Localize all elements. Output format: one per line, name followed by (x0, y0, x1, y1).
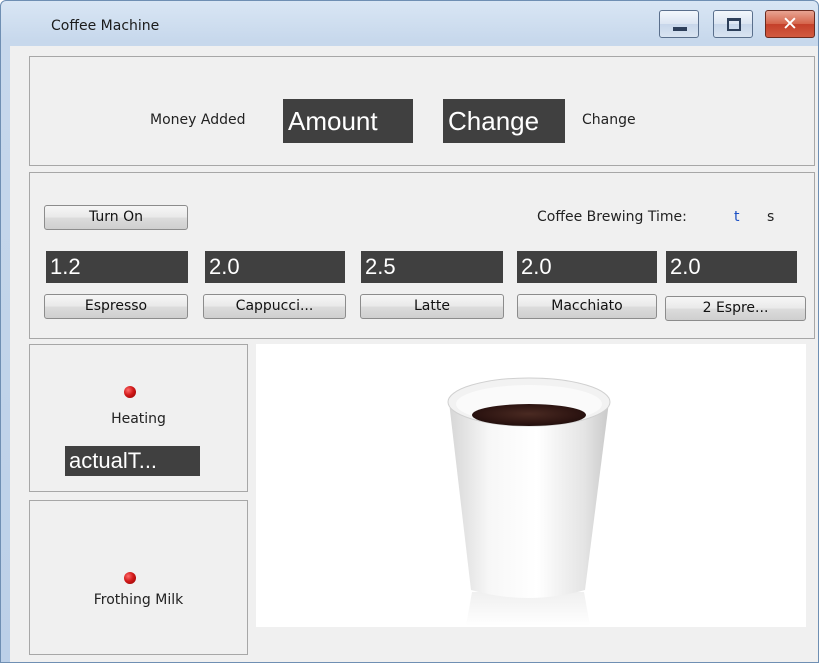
money-added-label: Money Added (150, 112, 246, 128)
espresso-button[interactable]: Espresso (44, 294, 188, 319)
brewing-time-label: Coffee Brewing Time: (537, 209, 687, 225)
amount-display: Amount (283, 99, 413, 143)
heating-panel: Heating actualT... (29, 344, 248, 492)
title-bar[interactable]: Coffee Machine ✕ (1, 1, 818, 45)
latte-button[interactable]: Latte (360, 294, 504, 319)
double-espresso-price-display: 2.0 (666, 251, 797, 283)
double-espresso-button[interactable]: 2 Espre... (665, 296, 806, 321)
brewing-time-unit: s (767, 209, 775, 225)
maximize-icon (727, 18, 741, 31)
espresso-price-display: 1.2 (46, 251, 188, 283)
money-panel: Money Added Amount Change Change (29, 56, 815, 166)
close-button[interactable]: ✕ (765, 10, 815, 38)
change-display: Change (443, 99, 565, 143)
coffee-cup-image (256, 344, 806, 627)
drinks-panel: Turn On Coffee Brewing Time: t s 1.2 2.0… (29, 172, 815, 339)
cappuccino-button[interactable]: Cappucci... (203, 294, 346, 319)
close-icon: ✕ (782, 13, 798, 35)
minimize-icon (673, 27, 687, 31)
heating-label: Heating (111, 411, 166, 427)
maximize-button[interactable] (713, 10, 753, 38)
client-area: Money Added Amount Change Change Turn On… (10, 46, 818, 662)
temperature-display: actualT... (65, 446, 200, 476)
change-label: Change (582, 112, 636, 128)
macchiato-price-display: 2.0 (517, 251, 657, 283)
frothing-panel: Frothing Milk (29, 500, 248, 655)
brewing-time-value: t (734, 209, 740, 225)
frothing-label: Frothing Milk (93, 592, 184, 608)
frothing-indicator-light (124, 572, 136, 584)
cappuccino-price-display: 2.0 (205, 251, 345, 283)
window-title: Coffee Machine (51, 18, 160, 34)
coffee-machine-window: Coffee Machine ✕ Money Added Amount Chan… (0, 0, 819, 663)
minimize-button[interactable] (659, 10, 699, 38)
macchiato-button[interactable]: Macchiato (517, 294, 657, 319)
coffee-cup-icon (447, 377, 611, 626)
latte-price-display: 2.5 (361, 251, 503, 283)
turn-on-button[interactable]: Turn On (44, 205, 188, 230)
heating-indicator-light (124, 386, 136, 398)
